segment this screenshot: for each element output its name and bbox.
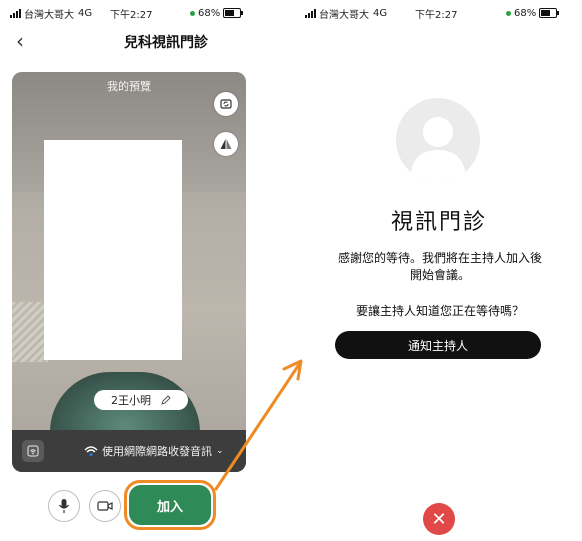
- carrier-right: 台灣大哥大: [319, 9, 369, 21]
- name-tag[interactable]: 2王小明: [94, 390, 188, 410]
- wifi-icon: [84, 446, 98, 456]
- video-camera-icon: [97, 501, 113, 511]
- battery-pct-right: 68%: [514, 7, 537, 19]
- camera-switch-button[interactable]: [214, 92, 238, 116]
- audio-selector[interactable]: 使用網際網路收發音訊 ⌄: [84, 443, 224, 459]
- preview-label: 我的預覽: [107, 80, 151, 93]
- time-left: 下午2:27: [110, 9, 153, 21]
- microphone-icon: [59, 499, 69, 513]
- battery-right: 68%: [506, 6, 560, 20]
- video-button[interactable]: [89, 490, 121, 522]
- battery-icon: [539, 8, 560, 18]
- time-right: 下午2:27: [415, 9, 458, 21]
- back-arrow-icon[interactable]: ‹: [16, 31, 30, 51]
- battery-left: 68%: [190, 6, 244, 20]
- edit-icon: [161, 395, 171, 405]
- signal-icon: [305, 8, 316, 18]
- battery-pct-left: 68%: [198, 7, 221, 19]
- avatar: [396, 98, 480, 182]
- carrier-left: 台灣大哥大: [24, 9, 74, 21]
- page-title: 兒科視訊門診: [124, 35, 208, 51]
- waiting-message: 感謝您的等待。我們將在主持人加入後 開始會議。: [300, 250, 580, 284]
- audio-label: 使用網際網路收發音訊: [102, 445, 212, 458]
- notify-question: 要讓主持人知道您正在等待嗎？: [355, 304, 524, 318]
- close-button[interactable]: ✕: [423, 503, 455, 535]
- status-bar-left: 台灣大哥大 4G: [10, 6, 93, 21]
- mirror-icon: [220, 139, 232, 149]
- blurred-face-box: [44, 140, 182, 360]
- mirror-button[interactable]: [214, 132, 238, 156]
- notify-host-button[interactable]: 通知主持人: [335, 331, 541, 359]
- dnd-icon: [506, 10, 511, 16]
- close-icon: ✕: [431, 508, 447, 530]
- join-button[interactable]: 加入: [129, 485, 211, 525]
- dnd-icon: [190, 10, 195, 16]
- avatar-icon: [410, 117, 466, 182]
- status-bar-right: 台灣大哥大 4G: [305, 6, 388, 21]
- arrow-annotation: [214, 359, 303, 491]
- name-tag-label: 2王小明: [111, 394, 151, 407]
- meeting-title: 視訊門診: [390, 210, 487, 235]
- wifi-audio-icon: [27, 445, 39, 457]
- microphone-button[interactable]: [48, 490, 80, 522]
- battery-icon: [223, 8, 244, 18]
- audio-option-button[interactable]: [22, 440, 44, 462]
- preview-vent: [12, 302, 48, 362]
- camera-switch-icon: [220, 99, 232, 109]
- waiting-message-line2: 開始會議。: [409, 268, 470, 282]
- waiting-message-line1: 感謝您的等待。我們將在主持人加入後: [337, 251, 542, 265]
- signal-icon: [10, 8, 21, 18]
- network-left: 4G: [78, 7, 93, 19]
- network-right: 4G: [373, 7, 388, 19]
